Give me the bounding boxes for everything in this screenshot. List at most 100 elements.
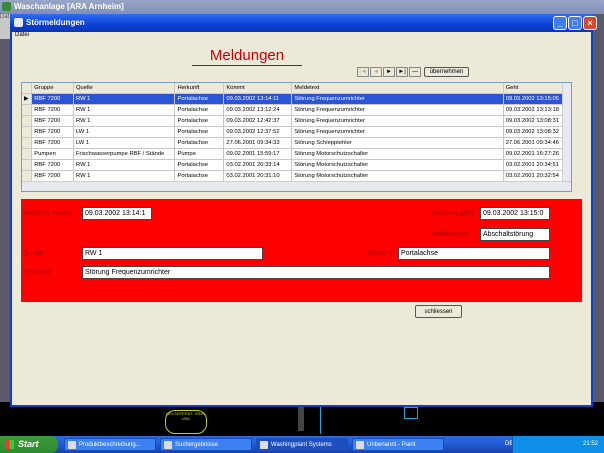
table-row[interactable]: RBF 7200 LW 1 Portalachse 09.03.2002 12:37:…	[22, 126, 571, 138]
nav-last-button[interactable]: ►|	[396, 67, 408, 77]
task-label: Produktbeschreibung...	[79, 442, 141, 448]
task-washingplant[interactable]: Washingplant Systems	[256, 438, 348, 451]
kommt-field[interactable]: 09.03.2002 13:14:1	[82, 207, 152, 220]
table-row[interactable]: RBF 7200 LW 1 Portalachse 27.06.2001 09:34:…	[22, 137, 571, 149]
table-row[interactable]: RBF 7200 RW 1 Portalachse 03.02.2001 20:33:…	[22, 159, 571, 171]
row-indicator[interactable]	[22, 104, 33, 116]
app-icon	[2, 2, 11, 11]
table-cell: LW 1	[73, 137, 176, 149]
table-cell: 03.02.2001 20:32:54	[503, 170, 571, 182]
paint-icon	[356, 441, 364, 449]
column-header-gruppe[interactable]: Gruppe	[31, 83, 74, 94]
nav-delete-button[interactable]: —	[409, 67, 421, 77]
close-window-button[interactable]: ×	[583, 16, 597, 30]
column-header-geht[interactable]: Geht	[503, 83, 571, 94]
horizontal-scrollbar[interactable]	[22, 181, 571, 191]
row-indicator[interactable]	[22, 159, 33, 171]
table-cell: RW 1	[73, 104, 176, 116]
folder-icon	[164, 441, 172, 449]
table-row[interactable]: RBF 7200 RW 1 Portalachse 09.03.2002 13:12:…	[22, 104, 571, 116]
taskbar: Start Produktbeschreibung... Suchergebni…	[0, 436, 604, 453]
task-label: Suchergebnisse	[175, 442, 219, 448]
column-header-kommt[interactable]: Kommt	[223, 83, 293, 94]
task-paint[interactable]: Unbenannt - Paint	[352, 438, 444, 451]
art-field[interactable]: Abschaltstörung	[480, 228, 550, 241]
table-cell: Portalachse	[174, 170, 225, 182]
table-cell: RBF 7200	[31, 93, 74, 105]
table-cell: RBF 7200	[31, 159, 74, 171]
nav-next-button[interactable]: ►	[383, 67, 395, 77]
menu-datei[interactable]: Datei	[15, 32, 29, 38]
row-indicator[interactable]	[22, 137, 33, 149]
table-cell: 27.06.2001 09:34:33	[223, 137, 293, 149]
table-row[interactable]: RBF 7200 RW 1 Portalachse 03.02.2001 20:31:…	[22, 170, 571, 182]
row-indicator[interactable]	[22, 115, 33, 127]
table-cell: Störung Frequenzumrichter	[291, 115, 504, 127]
start-button[interactable]: Start	[0, 436, 58, 453]
geht-field[interactable]: 09.03.2002 13:15:0	[480, 207, 550, 220]
page-title: Meldungen	[192, 47, 302, 66]
minimize-button[interactable]: _	[553, 16, 567, 30]
table-cell: Portalachse	[174, 126, 225, 138]
table-cell: Portalachse	[174, 93, 225, 105]
oil-separator-label: OELSEPERAT- IONS- UND	[166, 411, 206, 421]
nav-prev-button[interactable]: ◄	[370, 67, 382, 77]
column-header-quelle[interactable]: Quelle	[73, 83, 176, 94]
table-cell: RW 1	[73, 159, 176, 171]
canvas-line	[320, 406, 321, 434]
table-cell: 09.03.2002 12:42:37	[223, 115, 293, 127]
messages-grid: Gruppe Quelle Herkunft Kommt Meldetext G…	[22, 83, 571, 182]
table-cell: 09.03.2002 13:13:18	[503, 104, 571, 116]
close-button[interactable]: schliessen	[415, 305, 462, 318]
task-label: Washingplant Systems	[271, 442, 332, 448]
task-label: Unbenannt - Paint	[367, 442, 416, 448]
background-menu-label: Dat	[0, 14, 10, 20]
table-cell: Portalachse	[174, 159, 225, 171]
table-row[interactable]: RBF 7200 RW 1 Portalachse 09.03.2002 12:42:…	[22, 115, 571, 127]
table-cell: Störung Schlepptehler	[291, 137, 504, 149]
table-cell: RW 1	[73, 170, 176, 182]
dialog-titlebar[interactable]: Störmeldungen _ □ ×	[10, 14, 597, 32]
row-indicator[interactable]	[22, 126, 33, 138]
apply-button[interactable]: übernehmen	[424, 67, 469, 77]
table-cell: 09.03.2002 13:15:05	[503, 93, 571, 105]
system-tray: 21:52	[512, 436, 604, 453]
table-cell: 09.02.2001 16:27:26	[503, 148, 571, 160]
table-cell: 03.02.2001 20:34:51	[503, 159, 571, 171]
geht-label: Meldung geht	[431, 210, 474, 217]
row-indicator-header	[22, 83, 33, 94]
canvas-symbol	[404, 407, 418, 419]
task-suchergebnisse[interactable]: Suchergebnisse	[160, 438, 252, 451]
table-row[interactable]: ▶ RBF 7200 RW 1 Portalachse 09.03.2002 13:14…	[22, 93, 571, 105]
dialog-title: Störmeldungen	[26, 18, 85, 27]
meldung-field[interactable]: Störung Frequenzumrichter	[82, 266, 550, 279]
row-indicator[interactable]	[22, 170, 33, 182]
vertical-scrollbar[interactable]	[562, 83, 571, 182]
background-window-titlebar: Waschanlage [ARA Arnheim]	[0, 0, 604, 14]
table-cell: 09.03.2002 13:14:11	[223, 93, 293, 105]
table-cell: RBF 7200	[31, 137, 74, 149]
task-produktbeschreibung[interactable]: Produktbeschreibung...	[64, 438, 156, 451]
table-cell: Pumpen	[31, 148, 74, 160]
dialog-icon	[14, 18, 23, 27]
table-row[interactable]: Pumpen Frischwasserpumpe RBF / Stände Pump…	[22, 148, 571, 160]
maximize-button[interactable]: □	[568, 16, 582, 30]
nav-first-button[interactable]: |◄	[357, 67, 369, 77]
art-label: Meldungsart	[432, 231, 471, 238]
column-header-herkunft[interactable]: Herkunft	[174, 83, 225, 94]
row-indicator[interactable]	[22, 148, 33, 160]
row-indicator[interactable]: ▶	[22, 93, 33, 105]
clock[interactable]: 21:52	[583, 436, 598, 453]
quelle-field[interactable]: RW 1	[82, 247, 263, 260]
table-cell: Störung Frequenzumrichter	[291, 126, 504, 138]
table-cell: Frischwasserpumpe RBF / Stände	[73, 148, 176, 160]
messages-table[interactable]: Gruppe Quelle Herkunft Kommt Meldetext G…	[21, 82, 572, 192]
oil-separator-symbol: OELSEPERAT- IONS- UND	[165, 410, 207, 434]
column-header-meldetext[interactable]: Meldetext	[291, 83, 504, 94]
meldung-label: Meldung	[23, 269, 50, 276]
start-label: Start	[18, 439, 39, 449]
table-cell: Portalachse	[174, 115, 225, 127]
herkunft-field[interactable]: Portalachse	[398, 247, 550, 260]
quelle-label: Quelle	[23, 250, 44, 257]
table-cell: Störung Motorschutzschalter	[291, 159, 504, 171]
